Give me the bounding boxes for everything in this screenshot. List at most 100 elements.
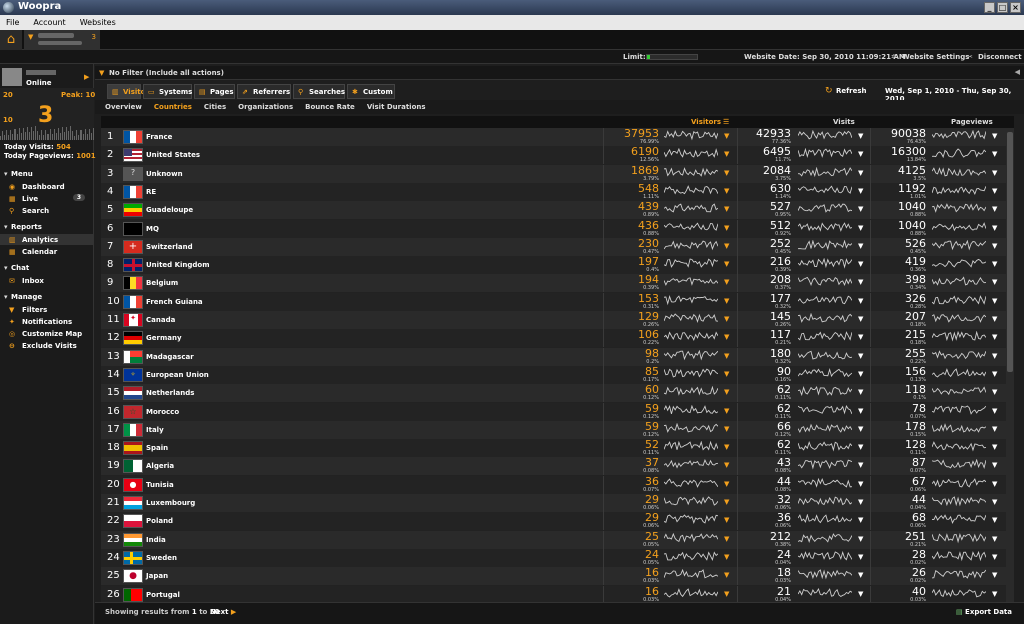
country-name[interactable]: Germany	[146, 334, 182, 342]
sidebar-item-filters[interactable]: ▼ Filters	[0, 304, 93, 315]
sidebar-item-notifications[interactable]: ✦ Notifications	[0, 316, 93, 327]
country-name[interactable]: France	[146, 133, 172, 141]
table-row[interactable]: 21 Luxembourg 29 0.06% ▼ 32 0.06% ▼ 44 0…	[101, 494, 1014, 512]
visits-dropdown-icon[interactable]: ▼	[858, 132, 863, 140]
pageviews-dropdown-icon[interactable]: ▼	[992, 480, 997, 488]
country-name[interactable]: Netherlands	[146, 389, 194, 397]
visitors-dropdown-icon[interactable]: ▼	[724, 388, 729, 396]
country-name[interactable]: India	[146, 536, 166, 544]
pageviews-dropdown-icon[interactable]: ▼	[992, 461, 997, 469]
pageviews-dropdown-icon[interactable]: ▼	[992, 260, 997, 268]
pageviews-dropdown-icon[interactable]: ▼	[992, 388, 997, 396]
pageviews-dropdown-icon[interactable]: ▼	[992, 205, 997, 213]
visitors-dropdown-icon[interactable]: ▼	[724, 425, 729, 433]
table-row[interactable]: 19 Algeria 37 0.08% ▼ 43 0.08% ▼ 87 0.07…	[101, 457, 1014, 476]
subtab-visit-durations[interactable]: Visit Durations	[367, 103, 426, 114]
nav-section-reports[interactable]: Reports	[11, 223, 42, 231]
country-name[interactable]: French Guiana	[146, 298, 203, 306]
country-name[interactable]: Canada	[146, 316, 175, 324]
export-data-button[interactable]: ▤ Export Data	[956, 608, 1012, 616]
pageviews-dropdown-icon[interactable]: ▼	[992, 516, 997, 524]
table-row[interactable]: 13 Madagascar 98 0.2% ▼ 180 0.32% ▼ 255 …	[101, 347, 1014, 366]
visits-dropdown-icon[interactable]: ▼	[858, 150, 863, 158]
country-name[interactable]: RE	[146, 188, 156, 196]
menu-websites[interactable]: Websites	[80, 18, 116, 27]
tab-referrers[interactable]: ⇗ Referrers	[237, 84, 291, 99]
maximize-button[interactable]: □	[997, 2, 1008, 13]
visits-dropdown-icon[interactable]: ▼	[858, 571, 863, 579]
table-row[interactable]: 16 ☆ Morocco 59 0.12% ▼ 62 0.11% ▼ 78 0.…	[101, 402, 1014, 421]
table-row[interactable]: 1 France 37953 76.99% ▼ 42933 77.36% ▼ 9…	[101, 128, 1014, 146]
visitors-dropdown-icon[interactable]: ▼	[724, 278, 729, 286]
tab-systems[interactable]: ▭ Systems	[143, 84, 192, 99]
table-row[interactable]: 25 ● Japan 16 0.03% ▼ 18 0.03% ▼ 26 0.02…	[101, 567, 1014, 586]
visitors-dropdown-icon[interactable]: ▼	[724, 297, 729, 305]
pageviews-dropdown-icon[interactable]: ▼	[992, 333, 997, 341]
table-row[interactable]: 7 + Switzerland 230 0.47% ▼ 252 0.45% ▼ …	[101, 237, 1014, 256]
country-name[interactable]: Spain	[146, 444, 168, 452]
country-name[interactable]: Unknown	[146, 170, 183, 178]
table-row[interactable]: 26 Portugal 16 0.03% ▼ 21 0.04% ▼ 40 0.0…	[101, 585, 1014, 602]
subtab-overview[interactable]: Overview	[105, 103, 142, 114]
visits-dropdown-icon[interactable]: ▼	[858, 297, 863, 305]
chevron-down-icon[interactable]: ▼	[28, 33, 33, 41]
table-row[interactable]: 17 Italy 59 0.12% ▼ 66 0.12% ▼ 178 0.15%…	[101, 420, 1014, 439]
table-row[interactable]: 24 Sweden 24 0.05% ▼ 24 0.04% ▼ 28 0.02%…	[101, 548, 1014, 567]
visits-dropdown-icon[interactable]: ▼	[858, 480, 863, 488]
visits-dropdown-icon[interactable]: ▼	[858, 205, 863, 213]
nav-section-chat[interactable]: Chat	[11, 264, 29, 272]
visits-dropdown-icon[interactable]: ▼	[858, 333, 863, 341]
menu-file[interactable]: File	[6, 18, 19, 27]
table-row[interactable]: 2 United States 6190 12.56% ▼ 6495 11.7%…	[101, 146, 1014, 165]
table-row[interactable]: 11 ✦ Canada 129 0.26% ▼ 145 0.26% ▼ 207 …	[101, 311, 1014, 329]
close-button[interactable]: ×	[1010, 2, 1021, 13]
table-row[interactable]: 6 MQ 436 0.88% ▼ 512 0.92% ▼ 1040 0.88% …	[101, 219, 1014, 238]
country-name[interactable]: Morocco	[146, 408, 179, 416]
visits-dropdown-icon[interactable]: ▼	[858, 407, 863, 415]
visits-dropdown-icon[interactable]: ▼	[858, 260, 863, 268]
visits-dropdown-icon[interactable]: ▼	[858, 278, 863, 286]
table-row[interactable]: 20 ● Tunisia 36 0.07% ▼ 44 0.08% ▼ 67 0.…	[101, 475, 1014, 494]
table-row[interactable]: 15 Netherlands 60 0.12% ▼ 62 0.11% ▼ 118…	[101, 384, 1014, 403]
pageviews-dropdown-icon[interactable]: ▼	[992, 352, 997, 360]
collapse-arrow-icon[interactable]: ◀	[1015, 68, 1020, 76]
subtab-countries[interactable]: Countries	[154, 103, 192, 114]
visitors-dropdown-icon[interactable]: ▼	[724, 150, 729, 158]
visitors-dropdown-icon[interactable]: ▼	[724, 407, 729, 415]
disconnect-button[interactable]: Disconnect	[978, 53, 1022, 61]
country-name[interactable]: Luxembourg	[146, 499, 195, 507]
home-icon[interactable]: ⌂	[0, 30, 22, 50]
visits-dropdown-icon[interactable]: ▼	[858, 425, 863, 433]
visitors-dropdown-icon[interactable]: ▼	[724, 352, 729, 360]
pageviews-dropdown-icon[interactable]: ▼	[992, 278, 997, 286]
visits-dropdown-icon[interactable]: ▼	[858, 187, 863, 195]
pageviews-dropdown-icon[interactable]: ▼	[992, 443, 997, 451]
table-scrollbar[interactable]	[1006, 128, 1014, 602]
visitors-dropdown-icon[interactable]: ▼	[724, 132, 729, 140]
pageviews-dropdown-icon[interactable]: ▼	[992, 425, 997, 433]
column-visits[interactable]: Visits	[833, 118, 855, 126]
country-name[interactable]: MQ	[146, 225, 159, 233]
pageviews-dropdown-icon[interactable]: ▼	[992, 370, 997, 378]
visitors-dropdown-icon[interactable]: ▼	[724, 443, 729, 451]
table-row[interactable]: 9 Belgium 194 0.39% ▼ 208 0.37% ▼ 398 0.…	[101, 274, 1014, 293]
table-row[interactable]: 22 Poland 29 0.06% ▼ 36 0.06% ▼ 68 0.06%…	[101, 512, 1014, 531]
visitors-dropdown-icon[interactable]: ▼	[724, 205, 729, 213]
tab-visitors[interactable]: ▥ Visitors	[107, 84, 153, 99]
table-row[interactable]: 14 ✧ European Union 85 0.17% ▼ 90 0.16% …	[101, 365, 1014, 384]
visitors-dropdown-icon[interactable]: ▼	[724, 480, 729, 488]
visitors-dropdown-icon[interactable]: ▼	[724, 242, 729, 250]
filter-bar[interactable]: ▼ No Filter (Include all actions) ◀	[95, 66, 1024, 80]
pageviews-dropdown-icon[interactable]: ▼	[992, 169, 997, 177]
pageviews-dropdown-icon[interactable]: ▼	[992, 297, 997, 305]
visitors-dropdown-icon[interactable]: ▼	[724, 260, 729, 268]
visitors-dropdown-icon[interactable]: ▼	[724, 333, 729, 341]
table-row[interactable]: 18 Spain 52 0.11% ▼ 62 0.11% ▼ 128 0.11%…	[101, 439, 1014, 458]
visitors-dropdown-icon[interactable]: ▼	[724, 553, 729, 561]
visits-dropdown-icon[interactable]: ▼	[858, 516, 863, 524]
pageviews-dropdown-icon[interactable]: ▼	[992, 187, 997, 195]
visitors-dropdown-icon[interactable]: ▼	[724, 535, 729, 543]
pageviews-dropdown-icon[interactable]: ▼	[992, 590, 997, 598]
tab-custom[interactable]: ✱ Custom	[347, 84, 395, 99]
pageviews-dropdown-icon[interactable]: ▼	[992, 315, 997, 323]
